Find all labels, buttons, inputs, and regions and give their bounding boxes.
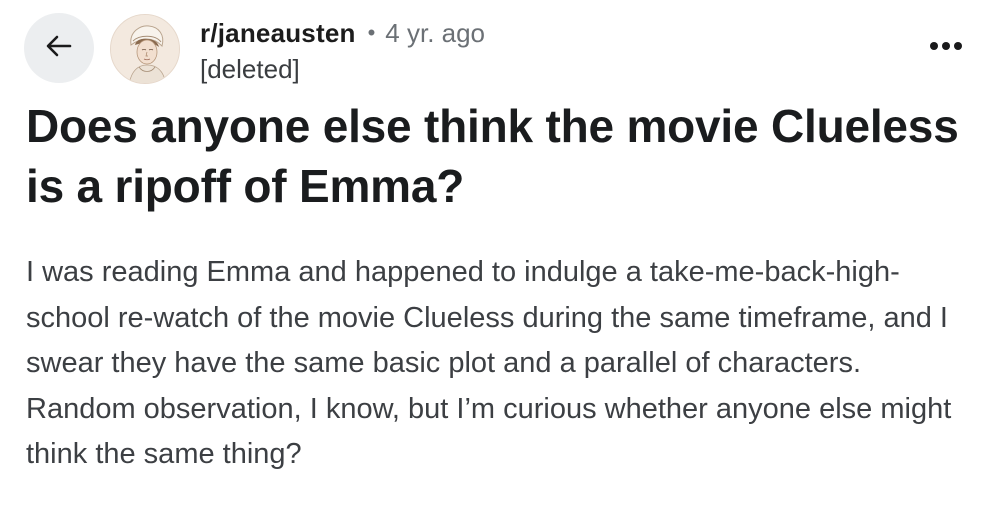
meta-separator: • [367,20,376,45]
more-options-button[interactable] [924,32,968,62]
post-age: 4 yr. ago [385,17,486,48]
post-meta: r/janeausten • 4 yr. ago [deleted] [200,14,485,86]
subreddit-avatar[interactable] [110,14,180,84]
post-author: [deleted] [200,54,300,84]
meta-line: r/janeausten • 4 yr. ago [200,14,485,52]
more-horizontal-icon [929,38,963,56]
post-title: Does anyone else think the movie Clueles… [26,100,959,212]
portrait-icon [111,15,179,83]
arrow-left-icon [43,30,75,67]
back-button[interactable] [24,13,94,83]
subreddit-link[interactable]: r/janeausten [200,18,356,49]
post-detail-page: r/janeausten • 4 yr. ago [deleted] Does … [0,0,1000,506]
post-body: I was reading Emma and happened to indul… [26,256,952,470]
